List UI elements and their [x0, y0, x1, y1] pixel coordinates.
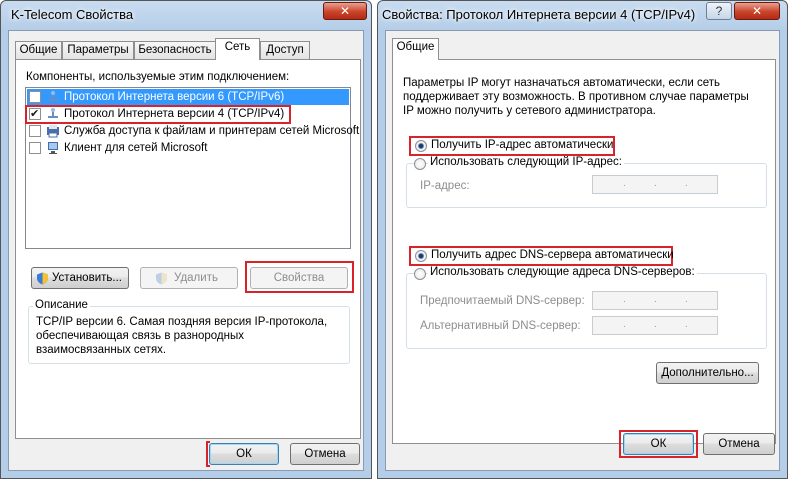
- description-line-2: обеспечивающая связь в разнородных: [36, 330, 244, 342]
- tab-general[interactable]: Общие: [392, 38, 439, 60]
- alternate-dns-label: Альтернативный DNS-сервер:: [420, 320, 581, 332]
- cancel-button[interactable]: Отмена: [703, 433, 775, 455]
- dns-manual-label[interactable]: Использовать следующие адреса DNS-сервер…: [428, 266, 697, 278]
- checkbox[interactable]: [29, 125, 41, 137]
- window-title: K-Telecom Свойства: [11, 7, 134, 22]
- dialog-body: Общие Параметры IP могут назначаться авт…: [385, 30, 780, 471]
- component-label: Служба доступа к файлам и принтерам сете…: [64, 125, 360, 137]
- tab-network[interactable]: Сеть: [215, 38, 260, 60]
- close-icon: ✕: [751, 4, 763, 18]
- highlight-properties: [245, 261, 354, 293]
- dns-auto-label[interactable]: Получить адрес DNS-сервера автоматически: [431, 249, 674, 261]
- dns-manual-radio[interactable]: [414, 268, 426, 280]
- components-label: Компоненты, используемые этим подключени…: [26, 71, 290, 83]
- network-client-icon: [48, 142, 58, 154]
- help-button[interactable]: ?: [706, 2, 732, 20]
- shield-icon: [156, 272, 167, 285]
- tab-security[interactable]: Безопасность: [134, 41, 216, 59]
- ip-manual-radio[interactable]: [414, 158, 426, 170]
- ip-auto-label[interactable]: Получить IP-адрес автоматически: [431, 139, 613, 151]
- ip-address-field[interactable]: ...: [592, 175, 718, 194]
- checkbox[interactable]: [29, 142, 41, 154]
- close-button[interactable]: ✕: [323, 2, 367, 20]
- remove-button[interactable]: Удалить: [140, 267, 238, 289]
- component-label: Клиент для сетей Microsoft: [64, 142, 208, 154]
- title-bar[interactable]: Свойства: Протокол Интернета версии 4 (T…: [378, 1, 787, 29]
- title-bar[interactable]: K-Telecom Свойства ✕: [1, 1, 371, 29]
- cancel-button[interactable]: Отмена: [290, 443, 360, 465]
- ok-button[interactable]: ОК: [623, 433, 694, 455]
- description-group: Описание TCP/IP версии 6. Самая поздняя …: [28, 299, 350, 364]
- list-item[interactable]: Клиент для сетей Microsoft: [27, 140, 349, 156]
- highlight-ipv4: [25, 105, 291, 124]
- advanced-button[interactable]: Дополнительно...: [656, 362, 759, 384]
- network-properties-window: K-Telecom Свойства ✕ Общие Параметры Без…: [0, 0, 372, 479]
- description-label: Описание: [33, 299, 90, 311]
- dns-auto-radio[interactable]: [415, 250, 427, 262]
- ip-address-label: IP-адрес:: [420, 180, 470, 192]
- tab-general[interactable]: Общие: [15, 41, 62, 59]
- ip-auto-radio[interactable]: [415, 140, 427, 152]
- preferred-dns-label: Предпочитаемый DNS-сервер:: [420, 295, 585, 307]
- help-icon: ?: [715, 4, 723, 18]
- intro-line-2: поддерживает эту возможность. В противно…: [403, 91, 749, 103]
- component-label: Протокол Интернета версии 6 (TCP/IPv6): [64, 91, 285, 103]
- close-icon: ✕: [339, 4, 351, 18]
- intro-line-1: Параметры IP могут назначаться автоматич…: [403, 77, 721, 89]
- list-item[interactable]: Служба доступа к файлам и принтерам сете…: [27, 123, 359, 139]
- checkbox[interactable]: [29, 91, 41, 103]
- manual-ip-group: Использовать следующий IP-адрес: IP-адре…: [406, 156, 767, 208]
- intro-line-3: IP можно получить у сетевого администрат…: [403, 105, 656, 117]
- highlight-ok: [206, 441, 210, 467]
- tab-sharing[interactable]: Доступ: [260, 41, 310, 59]
- alternate-dns-field[interactable]: ...: [592, 316, 718, 335]
- network-protocol-icon: [48, 91, 58, 101]
- install-button[interactable]: Установить...: [31, 267, 129, 289]
- ok-button[interactable]: ОК: [209, 443, 279, 465]
- ip-manual-label[interactable]: Использовать следующий IP-адрес:: [428, 156, 624, 168]
- manual-dns-group: Использовать следующие адреса DNS-сервер…: [406, 266, 767, 349]
- remove-label: Удалить: [174, 272, 218, 284]
- ipv4-properties-window: Свойства: Протокол Интернета версии 4 (T…: [377, 0, 788, 479]
- dialog-body: Общие Параметры Безопасность Сеть Доступ…: [8, 30, 364, 471]
- shield-icon: [37, 272, 48, 285]
- description-line-3: взаимосвязанных сетях.: [36, 344, 167, 356]
- preferred-dns-field[interactable]: ...: [592, 291, 718, 310]
- tab-options[interactable]: Параметры: [62, 41, 134, 59]
- general-tab-panel: Параметры IP могут назначаться автоматич…: [392, 59, 776, 444]
- network-tab-panel: Компоненты, используемые этим подключени…: [15, 59, 361, 439]
- list-item[interactable]: Протокол Интернета версии 6 (TCP/IPv6): [27, 89, 349, 105]
- file-printer-sharing-icon: [47, 125, 59, 138]
- install-label: Установить...: [52, 272, 122, 284]
- description-line-1: TCP/IP версии 6. Самая поздняя версия IP…: [36, 316, 328, 328]
- window-title: Свойства: Протокол Интернета версии 4 (T…: [382, 7, 696, 22]
- close-button[interactable]: ✕: [734, 2, 780, 20]
